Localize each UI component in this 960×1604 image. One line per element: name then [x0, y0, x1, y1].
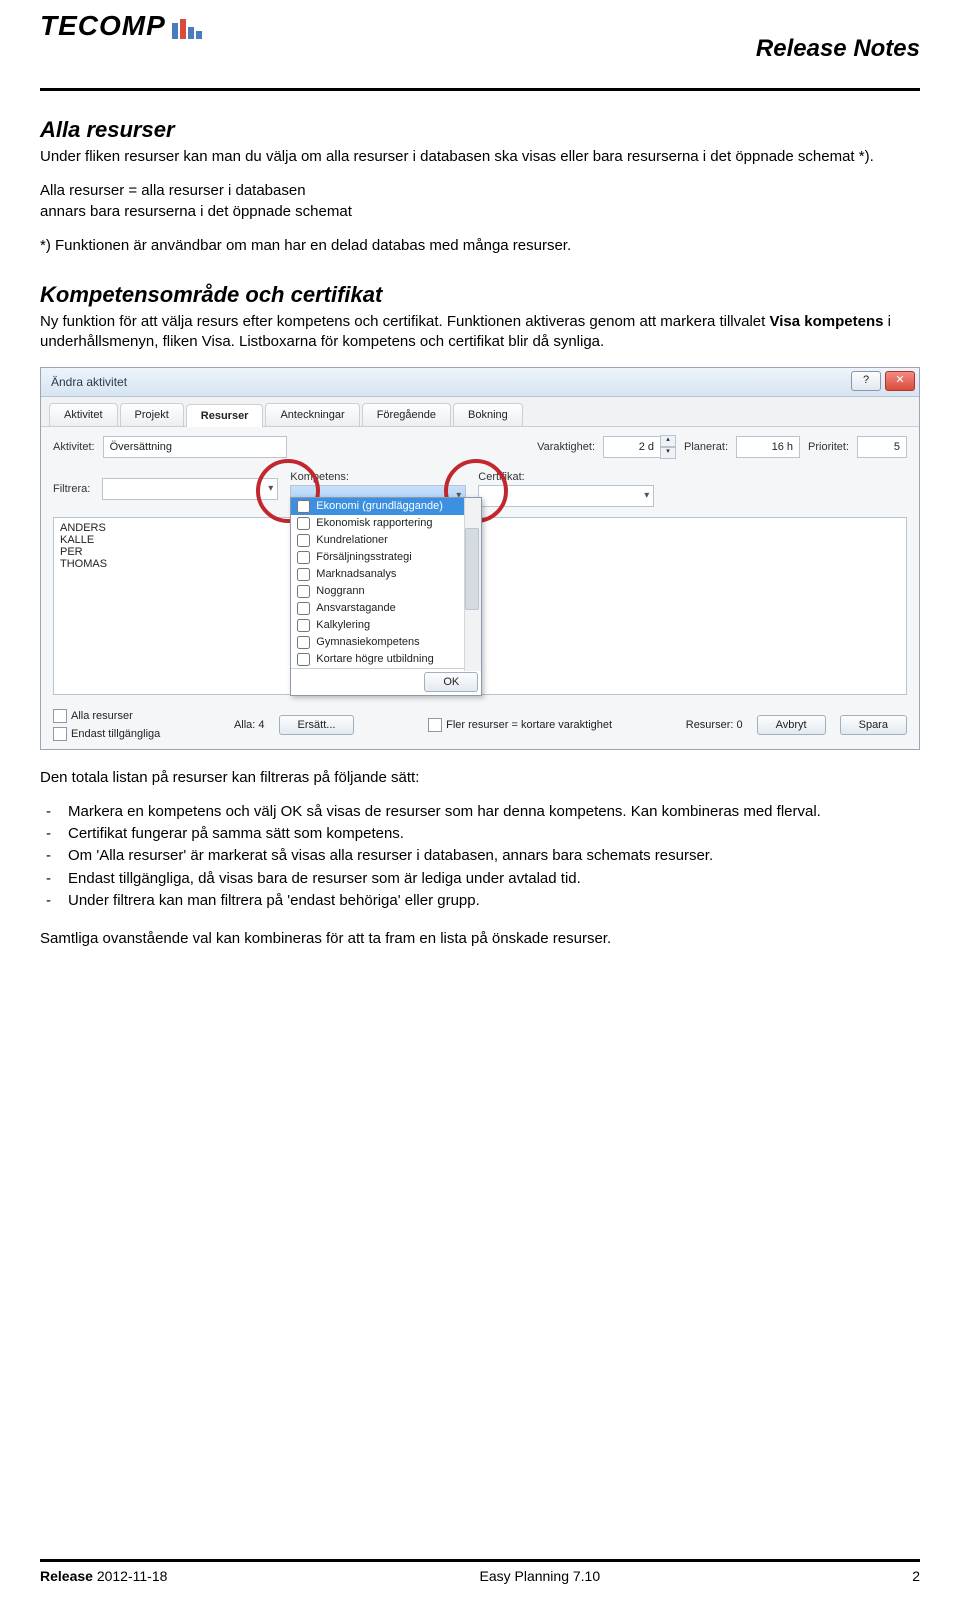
dropdown-checkbox[interactable] — [297, 551, 310, 564]
dropdown-item[interactable]: Ekonomisk rapportering — [291, 515, 481, 532]
spara-button[interactable]: Spara — [840, 715, 907, 735]
kompetens-dropdown: Ekonomi (grundläggande)Ekonomisk rapport… — [290, 497, 482, 696]
page-footer: Release 2012-11-18 Easy Planning 7.10 2 — [40, 1559, 920, 1584]
section1-p3: *) Funktionen är användbar om man har en… — [40, 236, 920, 256]
dropdown-item[interactable]: Ekonomi (grundläggande) — [291, 498, 481, 515]
bullet-list: Markera en kompetens och välj OK så visa… — [40, 802, 920, 911]
dropdown-checkbox[interactable] — [297, 585, 310, 598]
dialog-titlebar: Ändra aktivitet ? ✕ — [41, 368, 919, 397]
aktivitet-label: Aktivitet: — [53, 441, 95, 453]
dropdown-checkbox[interactable] — [297, 636, 310, 649]
dropdown-item[interactable]: Kortare högre utbildning — [291, 651, 481, 668]
filter-row: Filtrera: ▾ Kompetens: ▾ Ekonomi (grundl… — [41, 467, 919, 513]
doc-title: Release Notes — [756, 35, 920, 63]
section2-p1: Ny funktion för att välja resurs efter k… — [40, 312, 920, 353]
header-rule — [40, 88, 920, 91]
tab-bokning[interactable]: Bokning — [453, 403, 523, 426]
tab-anteckningar[interactable]: Anteckningar — [265, 403, 359, 426]
spinner-up-icon[interactable]: ▴ — [660, 435, 676, 447]
fler-checkbox[interactable]: Fler resurser = kortare varaktighet — [428, 718, 612, 732]
endast-checkbox[interactable]: Endast tillgängliga — [53, 727, 160, 741]
dropdown-item[interactable]: Marknadsanalys — [291, 566, 481, 583]
tab-aktivitet[interactable]: Aktivitet — [49, 403, 118, 426]
alla-count-label: Alla: 4 — [234, 719, 265, 731]
ersatt-button[interactable]: Ersätt... — [279, 715, 355, 735]
activity-row: Aktivitet: Översättning Varaktighet: 2 d… — [41, 427, 919, 467]
dropdown-item[interactable]: Gymnasiekompetens — [291, 634, 481, 651]
resurser-count-label: Resurser: 0 — [686, 719, 743, 731]
filtrera-label: Filtrera: — [53, 483, 90, 495]
after-lead: Den totala listan på resurser kan filtre… — [40, 768, 920, 788]
filtrera-combo[interactable]: ▾ — [102, 478, 278, 500]
dialog-title: Ändra aktivitet — [51, 375, 127, 389]
dropdown-checkbox[interactable] — [297, 517, 310, 530]
bullet-item: Endast tillgängliga, då visas bara de re… — [68, 869, 920, 889]
spinner-down-icon[interactable]: ▾ — [660, 447, 676, 459]
bullet-item: Om 'Alla resurser' är markerat så visas … — [68, 846, 920, 866]
planerat-field[interactable]: 16 h — [736, 436, 800, 458]
tab-projekt[interactable]: Projekt — [120, 403, 184, 426]
prioritet-field[interactable]: 5 — [857, 436, 907, 458]
dropdown-checkbox[interactable] — [297, 500, 310, 513]
dropdown-checkbox[interactable] — [297, 568, 310, 581]
planerat-label: Planerat: — [684, 441, 728, 453]
dialog-tabs: AktivitetProjektResurserAnteckningarFöre… — [41, 397, 919, 427]
certifikat-label: Certifikat: — [478, 471, 654, 483]
dropdown-item[interactable]: Noggrann — [291, 583, 481, 600]
kompetens-label: Kompetens: — [290, 471, 466, 483]
dropdown-item[interactable]: Kundrelationer — [291, 532, 481, 549]
avbryt-button[interactable]: Avbryt — [757, 715, 826, 735]
section1-title: Alla resurser — [40, 117, 920, 143]
dropdown-item[interactable]: Ansvarstagande — [291, 600, 481, 617]
bullet-item: Markera en kompetens och välj OK så visa… — [68, 802, 920, 822]
tab-resurser[interactable]: Resurser — [186, 404, 264, 427]
help-button[interactable]: ? — [851, 371, 881, 391]
dropdown-checkbox[interactable] — [297, 653, 310, 666]
close-button[interactable]: ✕ — [885, 371, 915, 391]
dropdown-item[interactable]: Försäljningsstrategi — [291, 549, 481, 566]
dropdown-checkbox[interactable] — [297, 534, 310, 547]
section1-p1: Under fliken resurser kan man du välja o… — [40, 147, 920, 167]
prioritet-label: Prioritet: — [808, 441, 849, 453]
scrollbar-thumb[interactable] — [465, 528, 479, 610]
dropdown-item[interactable]: Kalkylering — [291, 617, 481, 634]
certifikat-combo[interactable]: ▾ — [478, 485, 654, 507]
varaktighet-label: Varaktighet: — [537, 441, 595, 453]
dialog-bottom: Alla resurser Endast tillgängliga Alla: … — [41, 701, 919, 749]
aktivitet-field[interactable]: Översättning — [103, 436, 287, 458]
section1-p2: Alla resurser = alla resurser i database… — [40, 181, 920, 222]
tab-föregående[interactable]: Föregående — [362, 403, 451, 426]
dialog-screenshot: Ändra aktivitet ? ✕ AktivitetProjektResu… — [40, 367, 920, 750]
dropdown-checkbox[interactable] — [297, 602, 310, 615]
alla-resurser-checkbox[interactable]: Alla resurser — [53, 709, 133, 723]
section2-title: Kompetensområde och certifikat — [40, 282, 920, 308]
after-closing: Samtliga ovanstående val kan kombineras … — [40, 929, 920, 949]
bullet-item: Under filtrera kan man filtrera på 'enda… — [68, 891, 920, 911]
dropdown-checkbox[interactable] — [297, 619, 310, 632]
bullet-item: Certifikat fungerar på samma sätt som ko… — [68, 824, 920, 844]
logo: TECOMP — [40, 10, 212, 42]
dropdown-ok-button[interactable]: OK — [424, 672, 478, 692]
varaktighet-field[interactable]: 2 d — [603, 436, 661, 458]
